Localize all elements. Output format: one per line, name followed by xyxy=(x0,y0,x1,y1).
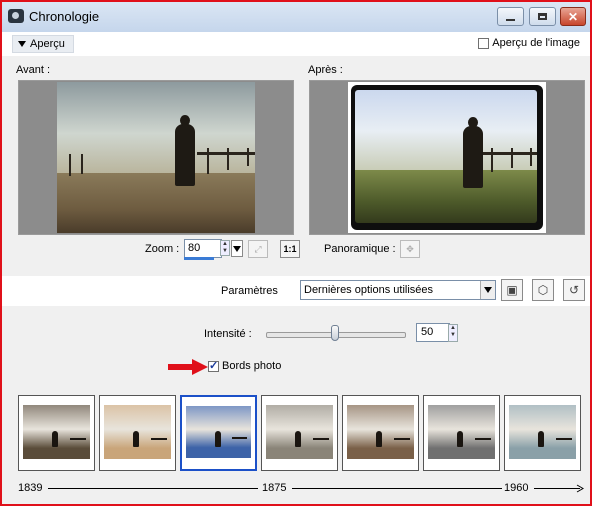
thumbnail-photo xyxy=(347,405,414,459)
photo-borders-checkbox[interactable] xyxy=(208,359,219,372)
thumbnail-photo xyxy=(186,406,251,458)
thumbnail-photo xyxy=(23,405,90,459)
image-preview-label: Aperçu de l'image xyxy=(492,37,580,49)
triangle-down-icon xyxy=(18,41,26,47)
zoom-level-bar xyxy=(184,257,214,260)
zoom-spinner[interactable]: ▲ ▼ xyxy=(220,240,230,256)
before-preview xyxy=(18,80,294,235)
after-label: Après : xyxy=(308,64,343,76)
after-photo xyxy=(348,82,546,233)
thumbnail-photo xyxy=(428,405,495,459)
one-to-one-label: 1:1 xyxy=(283,244,297,254)
intensity-label: Intensité : xyxy=(204,328,252,340)
camera-icon xyxy=(8,9,24,23)
style-thumbnail[interactable] xyxy=(18,395,95,471)
intensity-slider-thumb[interactable] xyxy=(331,325,339,341)
parameters-select[interactable]: Dernières options utilisées xyxy=(300,280,496,300)
timeline-line xyxy=(48,488,258,489)
intensity-input[interactable]: 50 xyxy=(416,323,450,342)
before-label: Avant : xyxy=(16,64,51,76)
minimize-icon xyxy=(506,18,515,21)
title-bar[interactable]: Chronologie ✕ xyxy=(2,2,590,32)
timeline-start: 1839 xyxy=(16,482,45,494)
after-preview xyxy=(309,80,585,235)
pan-button[interactable]: ✥ xyxy=(400,240,420,258)
zoom-dropdown[interactable] xyxy=(231,240,243,257)
window-title: Chronologie xyxy=(29,9,100,24)
zoom-label: Zoom : xyxy=(145,243,180,255)
timeline-end: 1960 xyxy=(502,482,531,494)
thumbnail-photo xyxy=(104,405,171,459)
timeline: 1839 1875 1960 xyxy=(16,482,584,496)
style-thumbnail[interactable] xyxy=(423,395,500,471)
reset-preset-button[interactable]: ↺ xyxy=(563,279,585,301)
maximize-icon xyxy=(538,13,547,20)
photo-borders-label: Bords photo xyxy=(222,360,282,372)
style-thumbnail[interactable] xyxy=(180,395,257,471)
zoom-input[interactable]: 80 xyxy=(184,239,222,258)
style-thumbnail[interactable] xyxy=(99,395,176,471)
timeline-line xyxy=(534,488,580,489)
chevron-down-icon xyxy=(233,245,241,252)
style-thumbnail[interactable] xyxy=(504,395,581,471)
zoom-one-to-one-button[interactable]: 1:1 xyxy=(280,240,300,258)
pan-icon: ✥ xyxy=(406,243,414,254)
timeline-line xyxy=(292,488,502,489)
parameters-label: Paramètres xyxy=(221,285,278,297)
minimize-button[interactable] xyxy=(497,7,524,26)
chevron-down-icon xyxy=(480,281,495,299)
timeline-arrow-icon xyxy=(576,484,584,493)
zoom-bar: Zoom : 80 ▲ ▼ ⤢ 1:1 Panoramique : ✥ xyxy=(2,236,590,268)
timeline-mid: 1875 xyxy=(260,482,289,494)
photo-borders-option[interactable]: Bords photo xyxy=(208,359,282,372)
preview-toolbar: Aperçu Aperçu de l'image xyxy=(2,32,590,56)
intensity-spinner[interactable]: ▲ ▼ xyxy=(448,324,458,342)
parameters-selected: Dernières options utilisées xyxy=(304,284,434,296)
zoom-fit-icon: ⤢ xyxy=(254,243,262,254)
zoom-fit-button[interactable]: ⤢ xyxy=(248,240,268,258)
pan-label: Panoramique : xyxy=(324,243,396,255)
apercu-label: Aperçu xyxy=(30,38,65,50)
style-thumbnail[interactable] xyxy=(261,395,338,471)
reset-icon: ↺ xyxy=(568,283,580,297)
chronologie-window: Chronologie ✕ Aperçu Aperçu de l'image A… xyxy=(0,0,592,506)
before-photo xyxy=(57,82,255,233)
image-preview-option[interactable]: Aperçu de l'image xyxy=(478,37,580,49)
cube-icon: ⬡ xyxy=(537,283,549,297)
parameters-row: Paramètres Dernières options utilisées ▣… xyxy=(2,276,590,306)
red-arrow-icon xyxy=(168,359,208,375)
style-thumbnail[interactable] xyxy=(342,395,419,471)
close-icon: ✕ xyxy=(567,9,579,24)
image-preview-checkbox[interactable] xyxy=(478,37,490,49)
save-preset-button[interactable]: ▣ xyxy=(501,279,523,301)
thumbnail-photo xyxy=(266,405,333,459)
style-thumbnails xyxy=(18,395,581,473)
save-icon: ▣ xyxy=(506,283,518,297)
thumbnail-photo xyxy=(509,405,576,459)
maximize-button[interactable] xyxy=(529,7,556,26)
close-button[interactable]: ✕ xyxy=(560,7,586,26)
cube-preset-button[interactable]: ⬡ xyxy=(532,279,554,301)
apercu-toggle[interactable]: Aperçu xyxy=(12,35,74,53)
